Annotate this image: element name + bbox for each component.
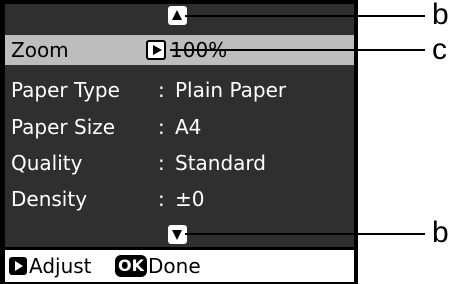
callout-line-bottom — [185, 233, 425, 235]
ok-button[interactable]: OK — [115, 255, 147, 277]
lcd-screen: Zoom 100% Paper Type : Plain Paper Paper… — [0, 0, 358, 284]
row-separator: : — [158, 78, 165, 102]
row-value: Plain Paper — [175, 78, 287, 102]
footer-adjust-label: Adjust — [29, 254, 92, 278]
row-label: Density — [11, 187, 88, 211]
menu-row-quality[interactable]: Quality : Standard — [5, 148, 354, 178]
scroll-down-icon[interactable] — [168, 225, 187, 244]
menu-panel: Zoom 100% Paper Type : Plain Paper Paper… — [5, 4, 354, 247]
row-value: ±0 — [175, 187, 205, 211]
callout-line-top — [185, 15, 425, 17]
row-label: Quality — [11, 151, 83, 175]
row-value: Standard — [175, 151, 266, 175]
menu-row-density[interactable]: Density : ±0 — [5, 184, 354, 214]
callout-label-bottom: b — [432, 216, 449, 249]
row-separator: : — [158, 151, 165, 175]
row-separator: : — [158, 115, 165, 139]
row-separator: : — [158, 187, 165, 211]
adjust-arrow-icon — [146, 40, 166, 60]
callout-label-top: b — [432, 0, 449, 31]
adjust-icon — [9, 257, 27, 275]
callout-label-middle: c — [432, 33, 447, 66]
footer-done-label: Done — [148, 254, 201, 278]
menu-row-paper-size[interactable]: Paper Size : A4 — [5, 112, 354, 142]
callout-line-middle — [170, 49, 425, 51]
row-label: Zoom — [11, 38, 69, 62]
row-label: Paper Size — [11, 115, 116, 139]
menu-row-paper-type[interactable]: Paper Type : Plain Paper — [5, 75, 354, 105]
row-value: A4 — [175, 115, 202, 139]
footer-bar: Adjust OK Done — [5, 250, 354, 282]
row-label: Paper Type — [11, 78, 120, 102]
